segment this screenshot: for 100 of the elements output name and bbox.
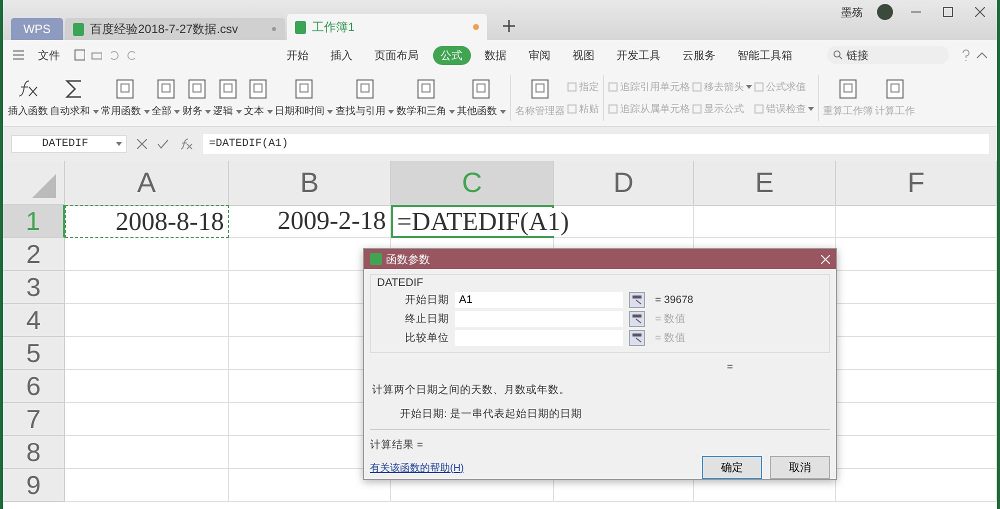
caret-icon xyxy=(174,110,180,114)
caret-icon xyxy=(236,110,242,114)
row-header[interactable]: 5 xyxy=(3,337,65,370)
function-button[interactable]: 全部 xyxy=(150,76,182,120)
function-button[interactable]: 日期和时间 xyxy=(274,76,334,120)
cancel-icon[interactable] xyxy=(137,139,147,149)
column-header[interactable]: F xyxy=(836,161,997,206)
row-header[interactable]: 4 xyxy=(3,304,65,337)
dialog-button[interactable]: 确定 xyxy=(702,456,762,479)
column-header[interactable]: E xyxy=(694,161,836,206)
ribbon-tab[interactable]: 页面布局 xyxy=(366,46,427,64)
check-icon[interactable] xyxy=(157,139,169,149)
calculation-result: 计算结果 = xyxy=(369,438,424,452)
argument-field[interactable]: A1 xyxy=(455,292,623,308)
function-icon[interactable] xyxy=(179,138,193,150)
caret-icon xyxy=(205,110,212,114)
sheet-icon xyxy=(73,22,84,36)
book-icon xyxy=(156,78,176,100)
caret-icon xyxy=(746,85,752,89)
maximize-icon xyxy=(943,6,953,16)
name-box[interactable]: DATEDIF xyxy=(11,135,127,153)
argument-label: 比较单位 xyxy=(405,331,449,346)
formula-field[interactable]: =DATEDIF(A1) xyxy=(203,134,989,154)
row-header[interactable]: 2 xyxy=(3,238,65,271)
group-title: DATEDIF xyxy=(377,277,424,290)
triangle-icon xyxy=(32,174,56,198)
ribbon-tab[interactable]: 开始 xyxy=(278,46,317,64)
tab-title: 工作簿1 xyxy=(312,18,355,36)
redo-icon[interactable] xyxy=(126,49,137,61)
argument-label: 终止日期 xyxy=(405,312,449,326)
book-icon xyxy=(471,78,492,100)
argument-label: 开始日期 xyxy=(405,293,449,308)
row-header[interactable]: 7 xyxy=(3,403,65,436)
ribbon-tab[interactable]: 开发工具 xyxy=(608,46,669,64)
caret-icon xyxy=(266,110,273,114)
ribbon-tab[interactable]: 智能工具箱 xyxy=(730,46,801,64)
row-header[interactable]: 8 xyxy=(3,436,65,469)
caret-icon xyxy=(449,110,456,114)
range-picker-button[interactable] xyxy=(629,292,645,308)
ribbon-tab[interactable]: 云服务 xyxy=(674,46,724,64)
function-button[interactable]: 文本 xyxy=(242,76,274,120)
collapse-icon[interactable] xyxy=(976,51,988,59)
book-icon xyxy=(416,78,436,100)
help-icon[interactable] xyxy=(960,49,970,61)
book-icon xyxy=(530,78,550,100)
caret-icon xyxy=(327,110,334,114)
user-name: 墨殇 xyxy=(841,6,863,20)
argument-value: = 39678 xyxy=(655,294,694,306)
tool-icon xyxy=(692,104,702,114)
book-icon xyxy=(218,78,238,100)
book-icon xyxy=(838,78,858,100)
range-picker-button[interactable] xyxy=(629,311,645,328)
function-button[interactable]: 逻辑 xyxy=(212,76,243,120)
book-icon xyxy=(354,78,375,100)
file-menu[interactable]: 文件 xyxy=(30,46,68,64)
help-link[interactable]: 有关该函数的帮助(H) xyxy=(370,460,464,474)
range-picker-icon xyxy=(632,333,642,344)
caret-icon xyxy=(808,107,814,111)
dialog-button[interactable]: 取消 xyxy=(770,456,830,479)
avatar[interactable] xyxy=(877,4,893,20)
tool-icon xyxy=(692,82,702,92)
caret-icon xyxy=(388,110,394,114)
function-button[interactable]: 其他函数 xyxy=(456,76,507,120)
row-header[interactable]: 6 xyxy=(3,370,65,403)
dialog-title: 函数参数 xyxy=(386,252,430,267)
range-picker-button[interactable] xyxy=(629,330,645,346)
app-logo-icon xyxy=(370,253,382,266)
row-header[interactable]: 9 xyxy=(3,469,65,502)
function-button[interactable]: 财务 xyxy=(181,76,212,120)
ribbon-tab[interactable]: 数据 xyxy=(476,46,515,64)
range-picker-icon xyxy=(632,295,642,306)
save-icon[interactable] xyxy=(74,49,86,61)
tool-icon xyxy=(608,82,618,92)
ribbon-tab[interactable]: 审阅 xyxy=(520,46,559,64)
ribbon-tab[interactable]: 插入 xyxy=(322,46,361,64)
function-button[interactable]: 自动求和 xyxy=(49,76,100,120)
function-button[interactable]: 常用函数 xyxy=(100,76,151,120)
tool-icon xyxy=(566,82,577,92)
argument-value: = 数值 xyxy=(655,331,686,346)
tool-icon xyxy=(608,104,618,114)
document-tab[interactable]: 百度经验2018-7-27数据.csv xyxy=(65,18,285,40)
function-button[interactable]: 查找与引用 xyxy=(334,76,396,120)
range-picker-icon xyxy=(632,314,642,324)
tab-title: 百度经验2018-7-27数据.csv xyxy=(90,20,238,38)
column-header[interactable]: A xyxy=(65,161,229,206)
unsaved-dot-icon xyxy=(473,24,479,30)
menu-icon[interactable] xyxy=(13,50,24,60)
row-header[interactable]: 3 xyxy=(3,271,65,304)
tool-icon xyxy=(566,104,577,114)
ribbon-tab[interactable]: 视图 xyxy=(564,46,603,64)
function-button[interactable]: 数学和三角 xyxy=(395,76,456,120)
column-header[interactable]: B xyxy=(229,161,391,206)
function-button[interactable]: 插入函数 xyxy=(7,76,49,120)
column-header[interactable]: D xyxy=(554,161,694,206)
total-value: = xyxy=(726,361,734,374)
tool-icon xyxy=(754,82,764,92)
argument-help: 开始日期: 是一串代表起始日期的日期 xyxy=(399,407,583,422)
undo-icon[interactable] xyxy=(108,49,120,61)
search-field[interactable]: 链接 xyxy=(826,46,949,64)
book-icon xyxy=(884,78,905,100)
